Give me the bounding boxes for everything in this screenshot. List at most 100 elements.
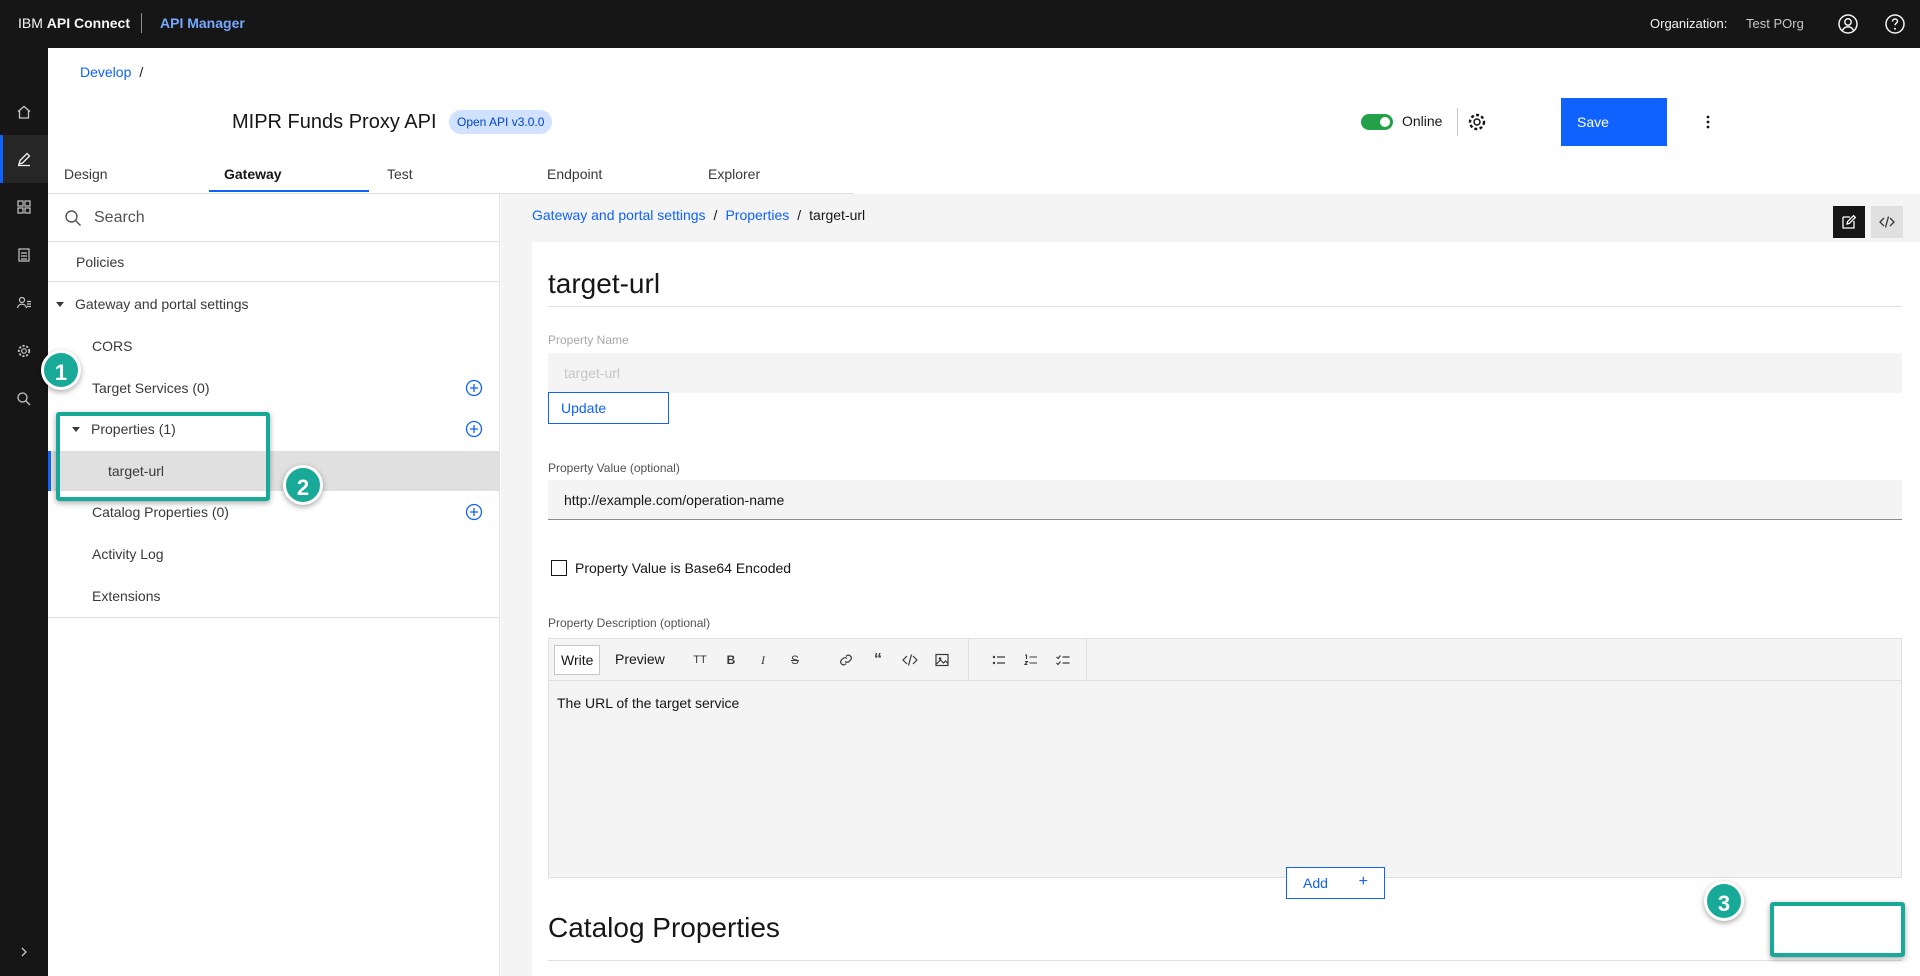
header-divider [1457, 108, 1458, 136]
toolbar-divider [1086, 639, 1087, 681]
bulleted-list-icon[interactable] [991, 652, 1007, 668]
tab-explorer[interactable]: Explorer [708, 158, 760, 194]
organization-label: Organization: [1650, 16, 1728, 31]
property-value-field[interactable]: http://example.com/operation-name [548, 480, 1902, 520]
add-target-service-icon[interactable] [465, 379, 483, 397]
step-badge-1: 1 [41, 350, 81, 390]
step-badge-2: 2 [283, 465, 323, 505]
sidebar-item-label: Activity Log [92, 546, 164, 562]
brand-name[interactable]: IBM API Connect [18, 15, 130, 31]
caret-down-icon [56, 302, 64, 307]
sidebar-item-activity-log[interactable]: Activity Log [48, 534, 499, 574]
members-icon[interactable] [0, 279, 48, 327]
sidebar-item-policies[interactable]: Policies [48, 242, 499, 282]
breadcrumb-current: target-url [809, 207, 866, 223]
strikethrough-icon[interactable]: S [787, 652, 803, 668]
update-button[interactable]: Update [548, 392, 669, 424]
user-profile-icon[interactable] [1836, 12, 1860, 36]
sidebar-item-label: Target Services (0) [92, 380, 210, 396]
property-description-label: Property Description (optional) [548, 616, 711, 630]
base64-checkbox[interactable] [551, 560, 567, 576]
title-divider [548, 306, 1902, 307]
sidebar-search [48, 194, 499, 242]
catalog-properties-heading: Catalog Properties [548, 912, 780, 943]
save-button[interactable]: Save [1561, 98, 1667, 146]
task-list-icon[interactable] [1055, 652, 1071, 668]
expand-chevron-icon[interactable] [0, 928, 48, 976]
overflow-menu-icon[interactable] [1700, 110, 1716, 134]
brand-divider [141, 13, 142, 33]
link-icon[interactable] [838, 652, 854, 668]
add-catalog-property-button[interactable]: Add + [1286, 867, 1385, 899]
property-name-field: target-url [548, 353, 1902, 393]
breadcrumb-properties-link[interactable]: Properties [725, 207, 789, 223]
sidebar-item-label: Extensions [92, 588, 161, 604]
tab-design[interactable]: Design [64, 158, 108, 194]
sidebar-bottom-divider [48, 617, 499, 618]
page-title: target-url [548, 268, 661, 299]
italic-icon[interactable]: I [755, 652, 771, 668]
sidebar-item-target-services[interactable]: Target Services (0) [48, 368, 499, 408]
highlight-add-box [1770, 902, 1905, 957]
breadcrumb-separator: / [139, 64, 144, 80]
bold-icon[interactable]: B [723, 652, 739, 668]
sidebar-item-label: CORS [92, 338, 133, 354]
add-button-label: Add [1303, 875, 1328, 891]
property-name-label: Property Name [548, 333, 629, 347]
toolbar-divider [968, 639, 969, 681]
sidebar-item-label: Gateway and portal settings [75, 296, 249, 312]
breadcrumb-develop-link[interactable]: Develop [80, 64, 131, 80]
form-view-edit-icon[interactable] [1833, 206, 1865, 238]
top-bar: IBM API Connect API Manager Organization… [0, 0, 1920, 48]
sidebar-item-label: Policies [76, 254, 125, 270]
markdown-editor: Write Preview TT B I S “ The URL of the … [548, 638, 1902, 878]
quote-icon[interactable]: “ [870, 652, 886, 668]
api-tabs: Design Gateway Test Endpoint Explorer [48, 158, 854, 194]
openapi-version-tag: Open API v3.0.0 [449, 110, 553, 134]
sidebar-group-gateway-portal-settings[interactable]: Gateway and portal settings [48, 284, 499, 324]
api-settings-gear-icon[interactable] [1465, 110, 1489, 134]
code-icon[interactable] [902, 652, 918, 668]
gateway-sidebar: Policies Gateway and portal settings COR… [48, 194, 500, 976]
description-textarea[interactable]: The URL of the target service [557, 695, 739, 711]
online-toggle[interactable] [1361, 114, 1393, 130]
product-name[interactable]: API Manager [160, 15, 245, 31]
online-status-label: Online [1402, 113, 1443, 129]
editor-preview-tab[interactable]: Preview [609, 645, 671, 675]
left-nav-rail [0, 48, 48, 976]
search-icon[interactable] [0, 375, 48, 423]
editor-write-tab[interactable]: Write [554, 645, 600, 675]
tab-test[interactable]: Test [387, 158, 413, 194]
property-form-card: target-url Property Name target-url Upda… [532, 242, 1920, 976]
source-view-code-icon[interactable] [1871, 206, 1903, 238]
breadcrumb-separator: / [713, 207, 718, 223]
property-value-label: Property Value (optional) [548, 461, 680, 475]
help-icon[interactable] [1883, 12, 1907, 36]
sidebar-item-extensions[interactable]: Extensions [48, 576, 499, 616]
numbered-list-icon[interactable] [1023, 652, 1039, 668]
content-breadcrumb: Gateway and portal settings / Properties / t… [532, 207, 865, 223]
tab-endpoint[interactable]: Endpoint [547, 158, 602, 194]
search-input[interactable] [94, 204, 474, 232]
sidebar-item-cors[interactable]: CORS [48, 326, 499, 366]
breadcrumb: Develop / [80, 64, 143, 80]
add-catalog-property-icon[interactable] [465, 503, 483, 521]
highlight-properties-box [56, 412, 270, 501]
organization-selector[interactable]: Test POrg [1746, 16, 1804, 31]
document-icon[interactable] [0, 231, 48, 279]
add-property-icon[interactable] [465, 420, 483, 438]
active-tab-indicator [209, 190, 369, 192]
plus-icon: + [1358, 873, 1368, 890]
step-badge-3: 3 [1704, 881, 1744, 921]
image-icon[interactable] [934, 652, 950, 668]
manage-grid-icon[interactable] [0, 183, 48, 231]
breadcrumb-gateway-settings-link[interactable]: Gateway and portal settings [532, 207, 706, 223]
develop-edit-icon[interactable] [0, 135, 48, 183]
home-icon[interactable] [0, 88, 48, 136]
base64-checkbox-label: Property Value is Base64 Encoded [575, 560, 792, 576]
heading-icon[interactable]: TT [692, 652, 708, 668]
property-detail-panel: Gateway and portal settings / Properties / t… [501, 194, 1920, 976]
tab-gateway[interactable]: Gateway [224, 158, 282, 194]
breadcrumb-separator: / [797, 207, 802, 223]
catalog-divider [548, 960, 1902, 961]
